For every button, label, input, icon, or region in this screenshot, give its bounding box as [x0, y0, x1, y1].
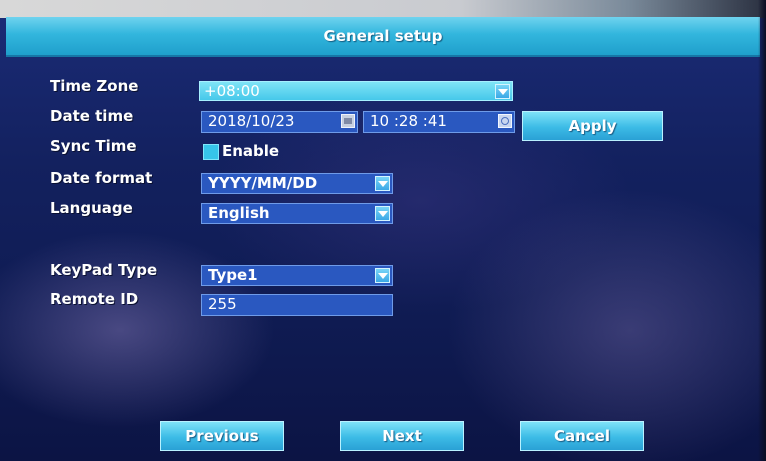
previous-button[interactable]: Previous: [160, 421, 284, 451]
date-field[interactable]: 2018/10/23: [201, 111, 358, 133]
keypad-type-select[interactable]: Type1: [201, 265, 393, 286]
keypad-type-value: Type1: [208, 266, 258, 284]
time-zone-value: +08:00: [204, 82, 260, 100]
dropdown-arrow-icon[interactable]: [375, 206, 390, 221]
keypad-type-label: KeyPad Type: [50, 261, 158, 279]
dvr-general-setup-screen: General setup Time Zone +08:00 Date time…: [0, 0, 766, 461]
next-button[interactable]: Next: [340, 421, 464, 451]
sync-time-label: Sync Time: [50, 137, 137, 155]
date-time-label: Date time: [50, 107, 134, 125]
date-value: 2018/10/23: [208, 112, 295, 130]
clock-icon[interactable]: [498, 114, 512, 128]
apply-button[interactable]: Apply: [522, 111, 663, 141]
window-title: General setup: [323, 27, 443, 45]
language-select[interactable]: English: [201, 203, 393, 224]
time-zone-label: Time Zone: [50, 77, 139, 95]
calendar-icon[interactable]: [341, 114, 355, 128]
screen-edge: [758, 0, 766, 461]
dropdown-arrow-icon[interactable]: [375, 176, 390, 191]
sync-time-checkbox[interactable]: [203, 144, 219, 160]
date-format-label: Date format: [50, 169, 153, 187]
language-label: Language: [50, 199, 133, 217]
remote-id-label: Remote ID: [50, 290, 139, 308]
remote-id-input[interactable]: 255: [201, 294, 393, 316]
top-strip: [0, 0, 766, 18]
cancel-button[interactable]: Cancel: [520, 421, 644, 451]
remote-id-value: 255: [208, 295, 237, 313]
title-bar: General setup: [6, 17, 760, 57]
time-value: 10 :28 :41: [370, 112, 447, 130]
time-field[interactable]: 10 :28 :41: [363, 111, 515, 133]
language-value: English: [208, 204, 270, 222]
time-zone-select[interactable]: +08:00: [199, 81, 513, 101]
sync-time-enable-label: Enable: [222, 142, 280, 160]
dropdown-arrow-icon[interactable]: [495, 84, 510, 99]
date-format-select[interactable]: YYYY/MM/DD: [201, 173, 393, 194]
date-format-value: YYYY/MM/DD: [208, 174, 318, 192]
dropdown-arrow-icon[interactable]: [375, 268, 390, 283]
